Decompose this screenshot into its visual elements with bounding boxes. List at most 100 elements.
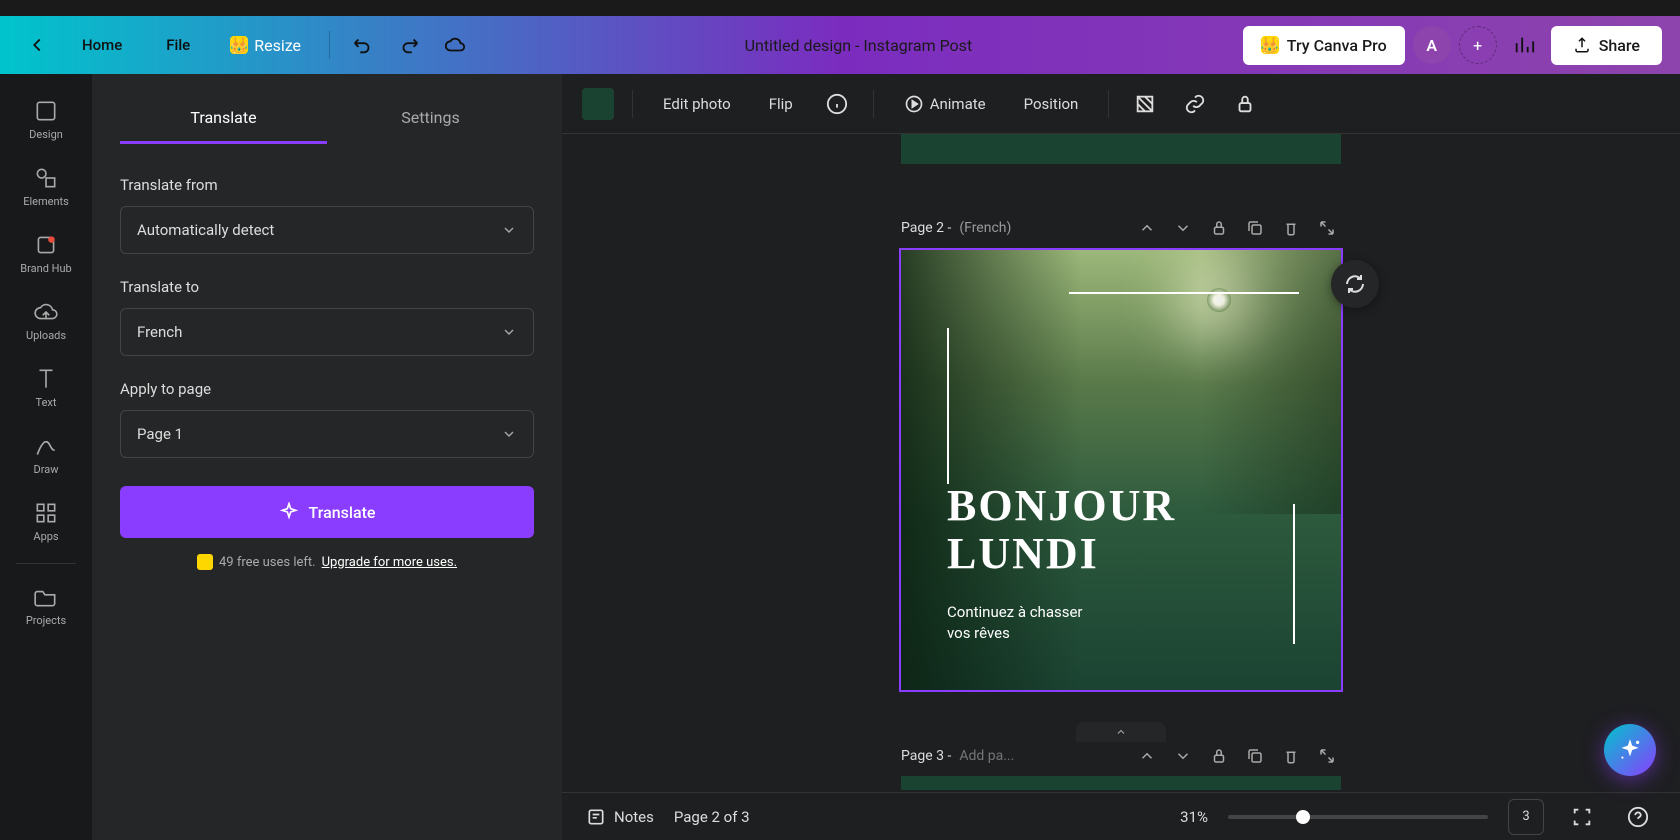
rail-uploads[interactable]: Uploads bbox=[10, 287, 82, 354]
insights-icon[interactable] bbox=[1505, 26, 1543, 64]
ai-assistant-button[interactable] bbox=[1604, 724, 1656, 776]
side-panel: Translate Settings Translate from Automa… bbox=[92, 74, 562, 840]
cloud-sync-icon[interactable] bbox=[436, 26, 474, 64]
expand-icon[interactable] bbox=[1313, 214, 1341, 242]
lock-icon[interactable] bbox=[1205, 214, 1233, 242]
translate-from-label: Translate from bbox=[120, 176, 534, 194]
rail-design[interactable]: Design bbox=[10, 86, 82, 153]
translate-button[interactable]: Translate bbox=[120, 486, 534, 538]
top-bar: Home File 👑 Resize 👑 Try Canva Pro A + S… bbox=[0, 16, 1680, 74]
page-label: Page 2 - bbox=[901, 220, 951, 236]
position-button[interactable]: Position bbox=[1012, 87, 1091, 121]
canvas-area: Edit photo Flip Animate Position bbox=[562, 74, 1680, 840]
translate-from-select[interactable]: Automatically detect bbox=[120, 206, 534, 254]
color-swatch[interactable] bbox=[582, 88, 614, 120]
chevron-down-icon bbox=[501, 324, 517, 340]
rail-elements[interactable]: Elements bbox=[10, 153, 82, 220]
select-value: Page 1 bbox=[137, 425, 183, 443]
rail-label: Text bbox=[36, 396, 57, 409]
add-member-button[interactable]: + bbox=[1459, 26, 1497, 64]
grid-view-button[interactable]: 3 bbox=[1508, 799, 1544, 835]
link-icon[interactable] bbox=[1177, 86, 1213, 122]
bottom-bar: Notes Page 2 of 3 31% 3 bbox=[562, 792, 1680, 840]
canvas-viewport[interactable]: Page 2 - BONJOU bbox=[562, 134, 1680, 792]
apply-to-page-select[interactable]: Page 1 bbox=[120, 410, 534, 458]
rail-apps[interactable]: Apps bbox=[10, 488, 82, 555]
page-3-header: Page 3 - bbox=[901, 742, 1341, 770]
help-icon[interactable] bbox=[1620, 799, 1656, 835]
move-up-icon[interactable] bbox=[1133, 742, 1161, 770]
page-counter[interactable]: Page 2 of 3 bbox=[674, 808, 750, 826]
sub-text[interactable]: Continuez à chasser vos rêves bbox=[947, 602, 1083, 644]
expand-icon[interactable] bbox=[1313, 742, 1341, 770]
duplicate-icon[interactable] bbox=[1241, 742, 1269, 770]
rail-label: Draw bbox=[34, 463, 59, 476]
animate-button[interactable]: Animate bbox=[892, 86, 998, 122]
home-link[interactable]: Home bbox=[64, 26, 140, 64]
duplicate-icon[interactable] bbox=[1241, 214, 1269, 242]
page-2-canvas[interactable]: BONJOUR LUNDI Continuez à chasser vos rê… bbox=[899, 248, 1343, 692]
rail-label: Apps bbox=[33, 530, 58, 543]
zoom-percentage[interactable]: 31% bbox=[1180, 808, 1208, 826]
document-title[interactable] bbox=[482, 36, 1235, 55]
trash-icon[interactable] bbox=[1277, 214, 1305, 242]
zoom-slider[interactable] bbox=[1228, 815, 1488, 819]
info-icon[interactable] bbox=[819, 86, 855, 122]
move-up-icon[interactable] bbox=[1133, 214, 1161, 242]
share-button[interactable]: Share bbox=[1551, 26, 1662, 65]
transparency-icon[interactable] bbox=[1127, 86, 1163, 122]
add-page-button[interactable] bbox=[1076, 722, 1166, 742]
rail-brand-hub[interactable]: Brand Hub bbox=[10, 220, 82, 287]
try-pro-label: Try Canva Pro bbox=[1287, 36, 1387, 55]
upgrade-link[interactable]: Upgrade for more uses. bbox=[322, 555, 457, 570]
zoom-thumb[interactable] bbox=[1296, 810, 1310, 824]
main-heading[interactable]: BONJOUR LUNDI bbox=[947, 482, 1176, 579]
rail-label: Elements bbox=[23, 195, 69, 208]
rail-label: Brand Hub bbox=[20, 262, 71, 275]
undo-icon[interactable] bbox=[344, 26, 382, 64]
divider bbox=[16, 563, 76, 564]
back-icon[interactable] bbox=[18, 26, 56, 64]
lock-icon[interactable] bbox=[1205, 742, 1233, 770]
crown-icon: 👑 bbox=[230, 36, 248, 54]
refresh-button[interactable] bbox=[1331, 260, 1379, 308]
animate-icon bbox=[904, 94, 924, 114]
heading-line-2: LUNDI bbox=[947, 530, 1176, 578]
edit-photo-button[interactable]: Edit photo bbox=[651, 87, 743, 121]
redo-icon[interactable] bbox=[390, 26, 428, 64]
page-3-preview[interactable] bbox=[901, 776, 1341, 790]
trash-icon[interactable] bbox=[1277, 742, 1305, 770]
page-name-input[interactable] bbox=[959, 748, 1039, 764]
select-value: Automatically detect bbox=[137, 221, 274, 239]
rail-label: Design bbox=[29, 128, 63, 141]
flip-button[interactable]: Flip bbox=[757, 87, 805, 121]
resize-button[interactable]: 👑 Resize bbox=[216, 28, 315, 63]
crown-icon bbox=[197, 554, 213, 570]
rail-projects[interactable]: Projects bbox=[10, 572, 82, 639]
uses-left-text: 49 free uses left. bbox=[219, 555, 316, 570]
decorative-line bbox=[1069, 292, 1299, 294]
tab-translate[interactable]: Translate bbox=[120, 94, 327, 144]
page-1-preview[interactable] bbox=[901, 134, 1341, 164]
share-label: Share bbox=[1599, 36, 1640, 55]
select-value: French bbox=[137, 323, 182, 341]
page-name-input[interactable] bbox=[959, 220, 1039, 236]
sub-line-1: Continuez à chasser bbox=[947, 602, 1083, 623]
file-menu[interactable]: File bbox=[148, 26, 208, 64]
avatar[interactable]: A bbox=[1413, 26, 1451, 64]
tab-settings[interactable]: Settings bbox=[327, 94, 534, 144]
rail-text[interactable]: Text bbox=[10, 354, 82, 421]
notes-button[interactable]: Notes bbox=[586, 807, 654, 827]
translate-to-select[interactable]: French bbox=[120, 308, 534, 356]
move-down-icon[interactable] bbox=[1169, 214, 1197, 242]
rail-draw[interactable]: Draw bbox=[10, 421, 82, 488]
divider bbox=[873, 90, 874, 118]
notes-icon bbox=[586, 807, 606, 827]
notes-label: Notes bbox=[614, 808, 654, 826]
chevron-down-icon bbox=[501, 222, 517, 238]
lock-icon[interactable] bbox=[1227, 86, 1263, 122]
fullscreen-icon[interactable] bbox=[1564, 799, 1600, 835]
try-pro-button[interactable]: 👑 Try Canva Pro bbox=[1243, 26, 1405, 65]
move-down-icon[interactable] bbox=[1169, 742, 1197, 770]
upload-icon bbox=[1573, 36, 1591, 54]
